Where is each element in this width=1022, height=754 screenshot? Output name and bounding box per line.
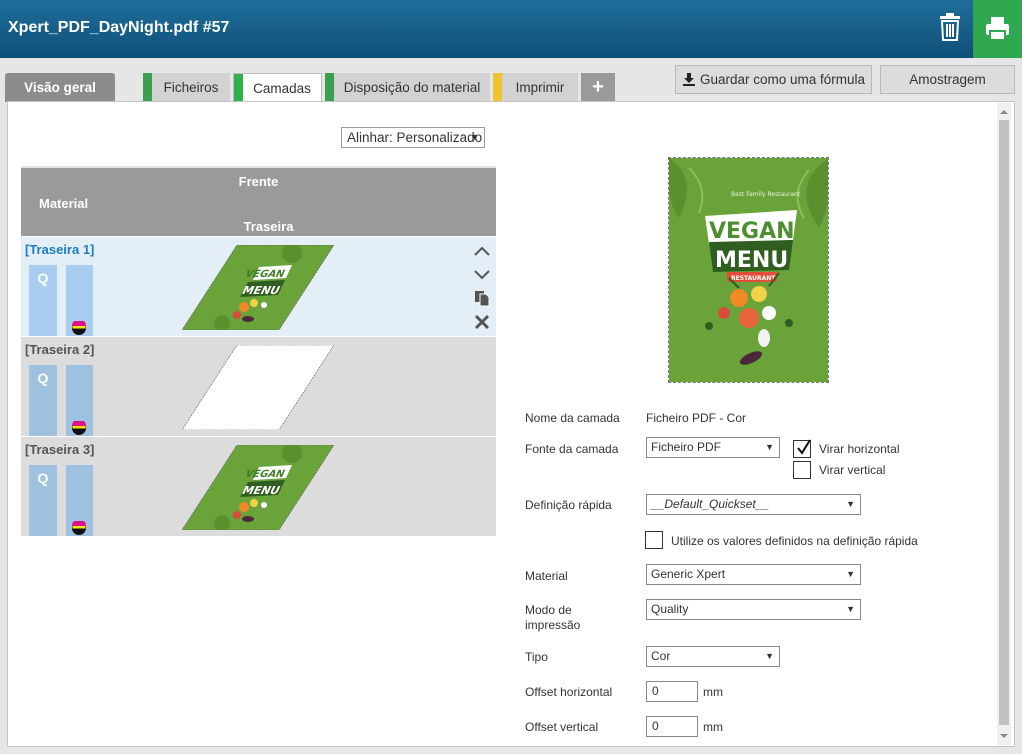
layer-preview: Best Family Restaurant VEGAN MENU RESTAU… (668, 157, 829, 383)
chevron-down-icon: ▼ (765, 651, 774, 661)
preview-ribbon-text: RESTAURANT (731, 275, 776, 282)
tab-overview[interactable]: Visão geral (5, 73, 115, 102)
svg-text:MENU: MENU (240, 484, 283, 497)
tab-print-marker (493, 73, 502, 102)
offset-vertical-label: Offset vertical (525, 720, 599, 734)
move-down-icon[interactable] (472, 264, 492, 284)
tab-print[interactable]: Imprimir (493, 73, 578, 102)
chevron-down-icon: ▼ (765, 442, 774, 452)
material-label: Material (525, 569, 568, 583)
column-material: Material (39, 196, 89, 211)
layer-thumbnail (181, 344, 335, 431)
use-quickset-checkbox[interactable] (645, 531, 663, 549)
offset-horizontal-label: Offset horizontal (525, 685, 613, 699)
quality-indicator: Q (29, 365, 57, 436)
chevron-down-icon: ▼ (470, 132, 479, 142)
tab-media-layout-marker (325, 73, 334, 102)
flip-vertical-label: Virar vertical (819, 463, 886, 477)
align-select[interactable]: Alinhar: Personalizado ▼ (341, 127, 485, 148)
quality-indicator: Q (29, 465, 57, 536)
layer-table-header: Frente Material Traseira (21, 166, 496, 236)
duplicate-icon[interactable] (472, 288, 492, 308)
print-mode-label: Modo de impressão (525, 603, 581, 632)
trash-icon[interactable] (936, 12, 964, 44)
type-select[interactable]: Cor ▼ (646, 646, 780, 667)
delete-icon[interactable] (472, 312, 492, 332)
print-mode-select[interactable]: Quality ▼ (646, 599, 861, 620)
job-title: Xpert_PDF_DayNight.pdf #57 (8, 19, 230, 36)
quickset-label: Definição rápida (525, 498, 612, 512)
cmyk-icon (72, 421, 86, 435)
layer-source-select[interactable]: Ficheiro PDF ▼ (646, 437, 780, 458)
tab-layers[interactable]: Camadas (233, 73, 322, 103)
scroll-thumb[interactable] (999, 120, 1009, 725)
layer-name-value: Ficheiro PDF - Cor (646, 411, 747, 425)
layer-thumbnail: VEGAN MENU (181, 443, 335, 531)
layer-row-name: [Traseira 1] (25, 242, 95, 257)
offset-vertical-unit: mm (703, 720, 723, 734)
column-front: Frente (238, 174, 279, 189)
flip-horizontal-checkbox[interactable] (793, 439, 811, 458)
svg-text:VEGAN: VEGAN (243, 468, 287, 479)
chevron-down-icon: ▼ (846, 499, 855, 509)
column-back: Traseira (243, 219, 294, 234)
color-indicator (66, 365, 93, 436)
layer-row-name: [Traseira 2] (25, 342, 95, 357)
layer-row-back-2[interactable]: [Traseira 2] Q (21, 337, 496, 436)
preview-menu-text: MENU (715, 248, 788, 273)
download-icon (682, 73, 695, 86)
move-up-icon[interactable] (472, 242, 492, 262)
flip-horizontal-label: Virar horizontal (819, 442, 900, 456)
flip-vertical-checkbox[interactable] (793, 461, 811, 479)
layer-row-back-1[interactable]: [Traseira 1] Q VEGAN MENU (21, 237, 496, 336)
svg-text:VEGAN: VEGAN (243, 268, 287, 279)
tab-files[interactable]: Ficheiros (143, 73, 230, 102)
layer-row-back-3[interactable]: [Traseira 3] Q VEGAN MENU (21, 437, 496, 536)
type-label: Tipo (525, 650, 548, 664)
cmyk-icon (72, 521, 86, 535)
material-select[interactable]: Generic Xpert ▼ (646, 564, 861, 585)
use-quickset-label: Utilize os valores definidos na definiçã… (671, 534, 918, 548)
layer-name-label: Nome da camada (525, 411, 620, 425)
checkmark-icon (797, 439, 811, 455)
printer-icon (986, 17, 1009, 41)
quality-indicator: Q (29, 265, 57, 336)
plus-icon: + (592, 76, 604, 98)
offset-vertical-input[interactable]: 0 (646, 716, 698, 737)
sampling-button[interactable]: Amostragem (880, 65, 1015, 94)
preview-vegan-text: VEGAN (709, 219, 795, 244)
quickset-select[interactable]: __Default_Quickset__ ▼ (646, 494, 861, 515)
color-indicator (66, 265, 93, 336)
vertical-scrollbar[interactable] (997, 103, 1011, 745)
chevron-down-icon: ▼ (846, 604, 855, 614)
tab-media-layout[interactable]: Disposição do material (325, 73, 490, 102)
svg-text:MENU: MENU (240, 284, 283, 297)
tab-files-marker (143, 73, 152, 102)
layer-source-label: Fonte da camada (525, 442, 619, 456)
layer-thumbnail: VEGAN MENU (181, 243, 335, 331)
cmyk-icon (72, 321, 86, 335)
layer-row-name: [Traseira 3] (25, 442, 95, 457)
color-indicator (66, 465, 93, 536)
offset-horizontal-input[interactable]: 0 (646, 681, 698, 702)
save-as-formula-button[interactable]: Guardar como uma fórmula (675, 65, 872, 94)
preview-small-text: Best Family Restaurant (731, 191, 801, 198)
add-tab-button[interactable]: + (581, 73, 615, 102)
title-bar: Xpert_PDF_DayNight.pdf #57 (0, 0, 1022, 58)
scroll-down-icon[interactable] (997, 731, 1011, 741)
tab-layers-marker (234, 74, 243, 103)
print-button[interactable] (973, 0, 1022, 58)
chevron-down-icon: ▼ (846, 569, 855, 579)
offset-horizontal-unit: mm (703, 685, 723, 699)
scroll-up-icon[interactable] (997, 107, 1011, 117)
